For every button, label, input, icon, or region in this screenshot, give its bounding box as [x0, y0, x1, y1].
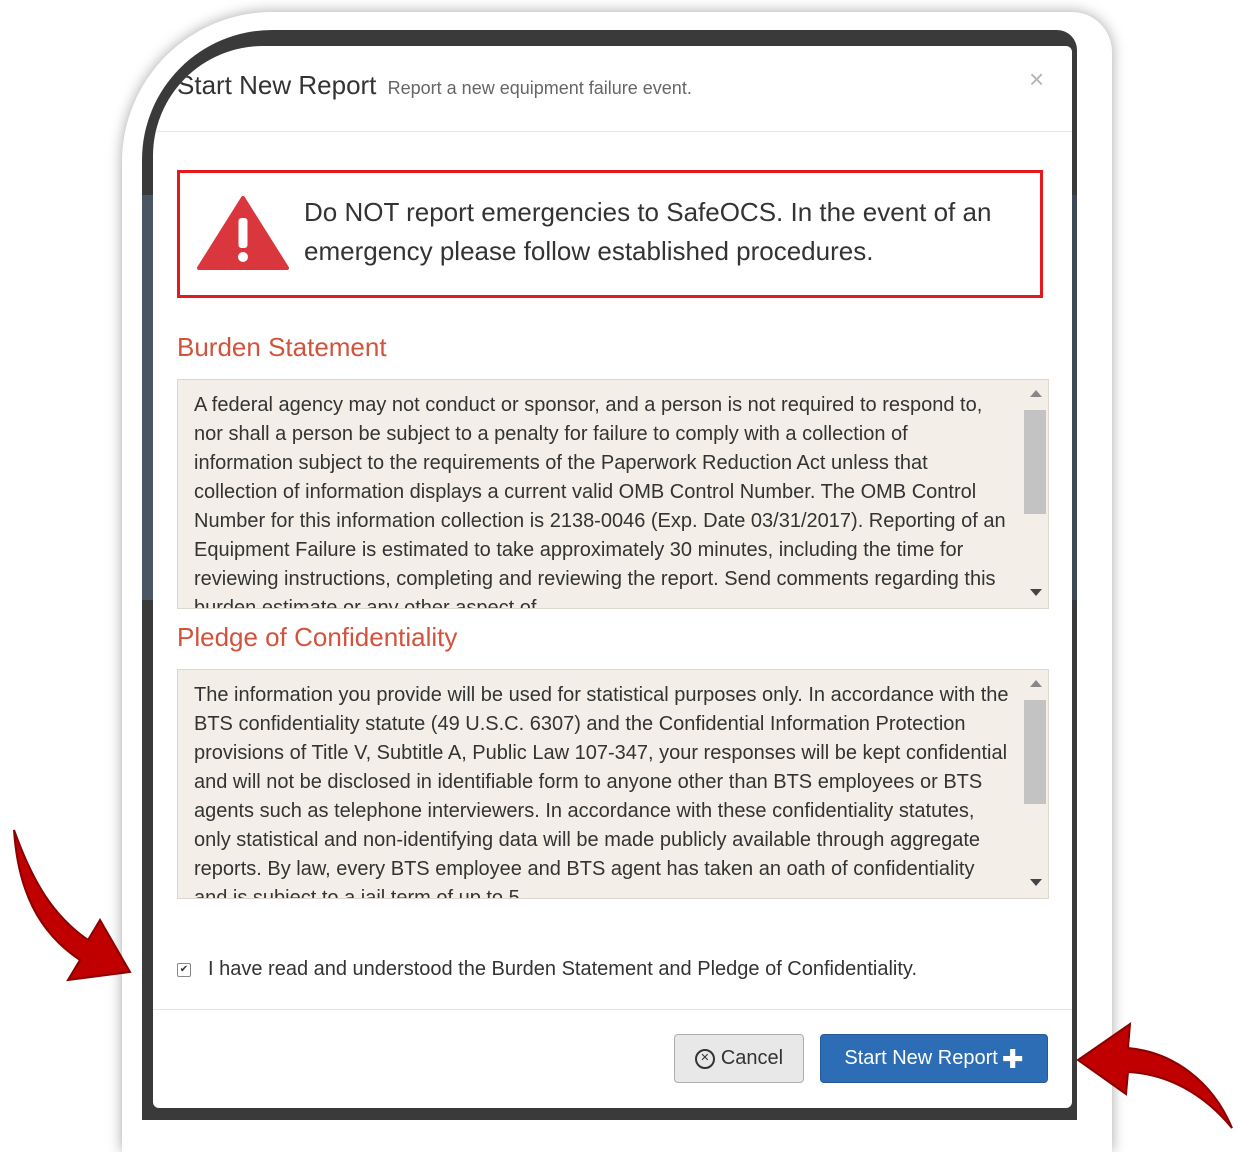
close-icon[interactable]: ×	[1029, 66, 1044, 92]
pledge-text: The information you provide will be used…	[194, 684, 1009, 899]
arrow-pointing-to-start-button-icon	[1076, 1021, 1233, 1129]
modal-title-text: Start New Report	[177, 70, 377, 100]
emergency-warning: Do NOT report emergencies to SafeOCS. In…	[177, 170, 1043, 298]
agreement-checkbox[interactable]: ✔	[177, 962, 191, 977]
start-new-report-button[interactable]: Start New Report ✚	[820, 1034, 1048, 1083]
scroll-down-icon[interactable]	[1030, 589, 1042, 596]
pledge-box[interactable]: The information you provide will be used…	[177, 669, 1049, 899]
cancel-circle-icon: ✕	[694, 1048, 715, 1069]
burden-statement-title: Burden Statement	[177, 332, 387, 362]
start-report-modal: Start New Report Report a new equipment …	[153, 46, 1072, 1108]
modal-title: Start New Report Report a new equipment …	[177, 70, 692, 101]
burden-statement-text: A federal agency may not conduct or spon…	[194, 394, 1006, 609]
agreement-row[interactable]: ✔ I have read and understood the Burden …	[177, 958, 917, 981]
modal-subtitle: Report a new equipment failure event.	[387, 78, 692, 98]
cancel-button[interactable]: ✕ Cancel	[674, 1034, 804, 1083]
start-button-label: Start New Report	[844, 1047, 998, 1069]
arrow-pointing-to-checkbox-icon	[13, 829, 132, 982]
scroll-up-icon[interactable]	[1030, 680, 1042, 687]
scroll-up-icon[interactable]	[1030, 390, 1042, 397]
scroll-down-icon[interactable]	[1030, 879, 1042, 886]
burden-statement-box[interactable]: A federal agency may not conduct or spon…	[177, 379, 1049, 609]
cancel-button-label: Cancel	[720, 1047, 784, 1069]
pledge-scrollbar[interactable]	[1022, 670, 1048, 898]
agreement-label[interactable]: I have read and understood the Burden St…	[208, 958, 917, 981]
modal-footer-divider	[153, 1009, 1072, 1010]
modal-header: Start New Report Report a new equipment …	[153, 46, 1072, 132]
scroll-thumb[interactable]	[1024, 700, 1046, 804]
warning-triangle-icon	[197, 196, 289, 270]
warning-text: Do NOT report emergencies to SafeOCS. In…	[304, 197, 992, 266]
burden-scrollbar[interactable]	[1022, 380, 1048, 608]
scroll-thumb[interactable]	[1024, 410, 1046, 514]
pledge-title: Pledge of Confidentiality	[177, 622, 458, 652]
plus-icon: ✚	[1001, 1043, 1024, 1074]
